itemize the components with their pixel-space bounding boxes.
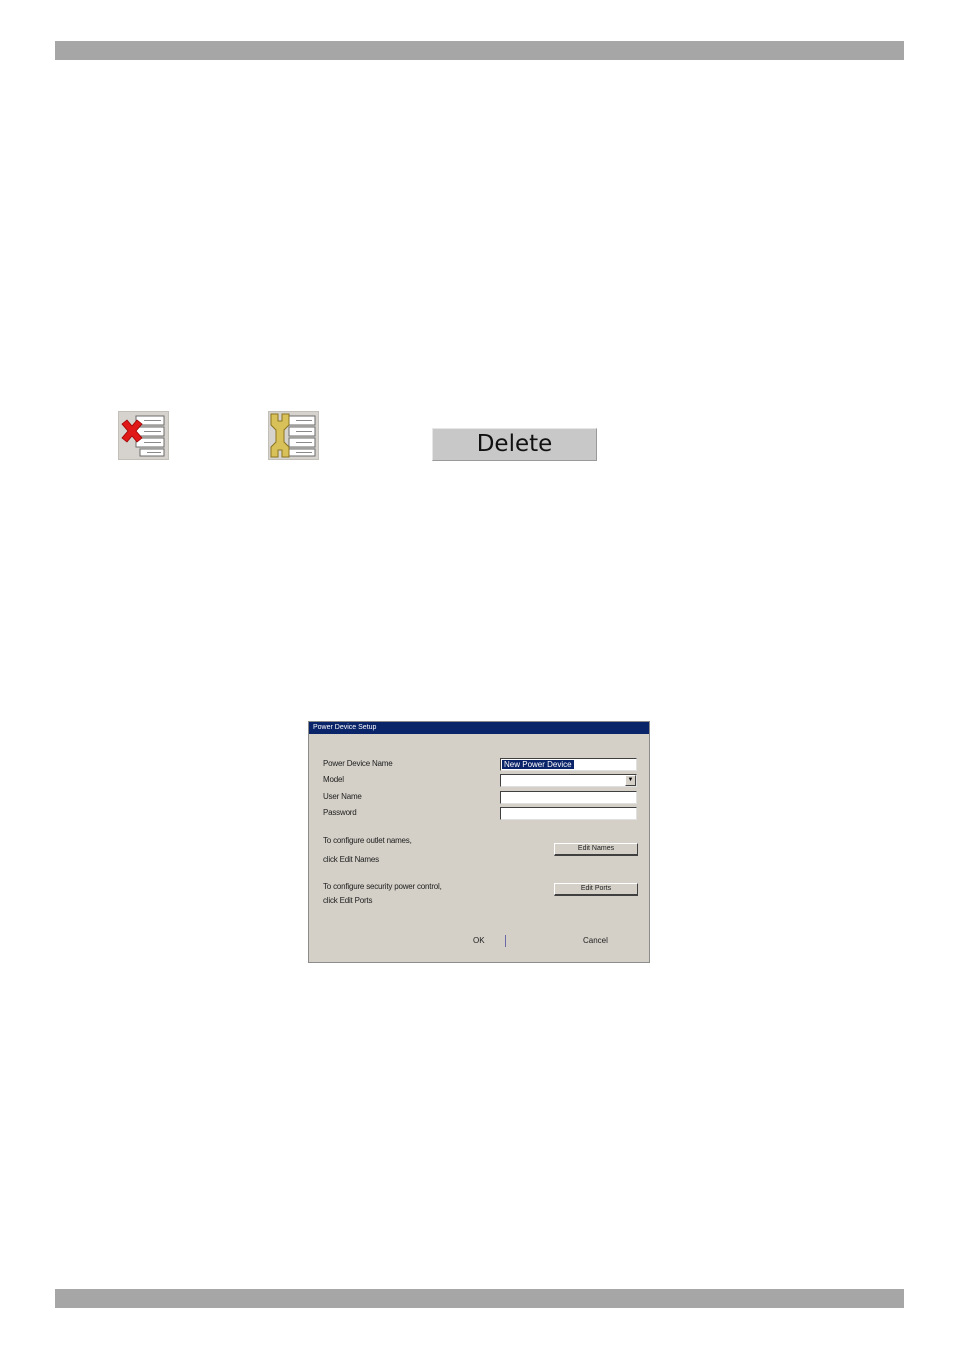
header-bar (55, 41, 904, 60)
outlet-names-hint: click Edit Names (323, 855, 379, 864)
power-device-name-value: New Power Device (502, 760, 574, 769)
password-field[interactable] (500, 807, 637, 820)
password-label: Password (323, 808, 357, 817)
model-label: Model (323, 775, 344, 784)
security-power-instruction: To configure security power control, (323, 882, 442, 891)
dialog-title: Power Device Setup (309, 722, 649, 734)
chevron-down-icon[interactable]: ▼ (625, 775, 636, 786)
user-name-label: User Name (323, 792, 362, 801)
server-list-wrench-icon (268, 411, 319, 460)
user-name-field[interactable] (500, 791, 637, 804)
edit-names-button[interactable]: Edit Names (554, 843, 638, 856)
power-device-dialog: Power Device Setup Power Device Name New… (308, 721, 650, 963)
outlet-names-instruction: To configure outlet names, (323, 836, 412, 845)
edit-ports-button[interactable]: Edit Ports (554, 883, 638, 896)
footer-bar (55, 1289, 904, 1308)
cancel-button[interactable]: Cancel (583, 936, 608, 945)
power-device-name-label: Power Device Name (323, 759, 393, 768)
power-device-name-field[interactable]: New Power Device (500, 758, 637, 771)
focus-caret (505, 935, 506, 947)
ok-button[interactable]: OK (473, 936, 485, 945)
model-select[interactable]: ▼ (500, 774, 637, 787)
security-power-hint: click Edit Ports (323, 896, 373, 905)
delete-button[interactable]: Delete (432, 428, 597, 461)
server-list-delete-icon (118, 411, 169, 460)
